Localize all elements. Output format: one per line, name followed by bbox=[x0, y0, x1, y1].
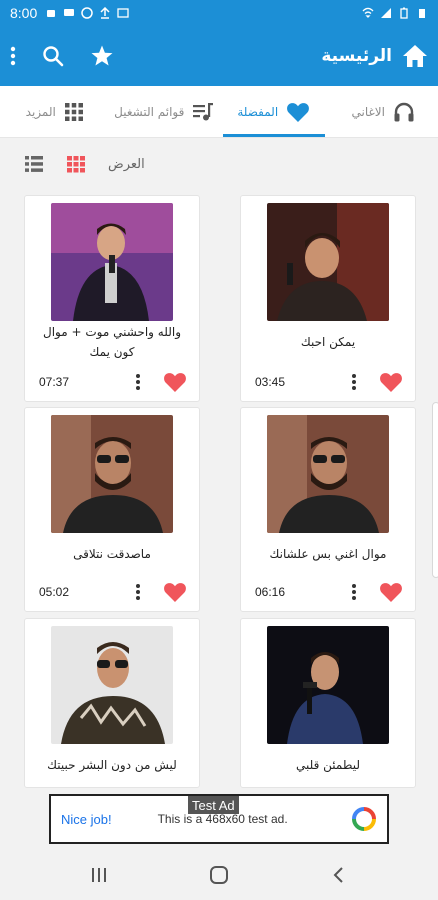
upload-icon bbox=[100, 7, 110, 19]
status-time: 8:00 bbox=[10, 5, 38, 21]
song-card[interactable]: يمكن احبك 03:45 bbox=[240, 195, 416, 402]
song-card[interactable]: ماصدقت نتلاقى 05:02 bbox=[24, 407, 200, 612]
tab-songs[interactable]: الاغاني bbox=[329, 86, 438, 137]
song-title: ليش من دون البشر حبيتك bbox=[47, 758, 177, 772]
song-title: موال اغني بس علشانك bbox=[269, 547, 387, 561]
battery-level-icon bbox=[419, 9, 425, 18]
favorite-heart-icon[interactable] bbox=[163, 371, 187, 393]
signal-icon bbox=[381, 8, 391, 18]
song-title: ماصدقت نتلاقى bbox=[73, 547, 151, 561]
song-footer: 05:02 bbox=[39, 581, 187, 603]
song-actions bbox=[135, 371, 187, 393]
status-bar: 8:00 bbox=[0, 0, 438, 26]
battery-icon bbox=[400, 7, 408, 19]
song-duration: 06:16 bbox=[255, 585, 286, 599]
song-card[interactable]: موال اغني بس علشانك 06:16 bbox=[240, 407, 416, 612]
favorite-heart-icon[interactable] bbox=[379, 371, 403, 393]
more-options-icon[interactable] bbox=[135, 373, 141, 391]
grid-view-icon[interactable] bbox=[66, 155, 86, 173]
song-card[interactable]: ليش من دون البشر حبيتك bbox=[24, 618, 200, 788]
notification-icon bbox=[47, 10, 56, 17]
system-nav-bar bbox=[0, 850, 438, 900]
more-options-icon[interactable] bbox=[135, 583, 141, 601]
song-footer: 06:16 bbox=[255, 581, 403, 603]
song-footer: 07:37 bbox=[39, 371, 187, 393]
tab-more[interactable]: المزيد bbox=[0, 86, 110, 137]
tab-favorites[interactable]: المفضلة bbox=[219, 86, 329, 137]
song-footer: 03:45 bbox=[255, 371, 403, 393]
song-title: ليطمئن قلبي bbox=[296, 758, 360, 772]
pinterest-icon bbox=[81, 7, 93, 19]
tab-favorites-label: المفضلة bbox=[237, 104, 279, 119]
song-title: يمكن احبك bbox=[300, 335, 356, 349]
favorite-heart-icon[interactable] bbox=[163, 581, 187, 603]
song-duration: 03:45 bbox=[255, 375, 286, 389]
more-options-icon[interactable] bbox=[351, 583, 357, 601]
song-duration: 07:37 bbox=[39, 375, 70, 389]
star-icon[interactable] bbox=[90, 44, 114, 68]
back-icon[interactable] bbox=[330, 866, 348, 884]
test-ad-label: Test Ad bbox=[188, 796, 239, 814]
tab-songs-label: الاغاني bbox=[351, 104, 385, 119]
more-options-icon[interactable] bbox=[351, 373, 357, 391]
song-thumbnail bbox=[51, 203, 173, 321]
favorite-heart-icon[interactable] bbox=[379, 581, 403, 603]
song-duration: 05:02 bbox=[39, 585, 70, 599]
recent-apps-icon[interactable] bbox=[90, 866, 108, 884]
page-title: الرئيسية bbox=[321, 46, 392, 66]
song-actions bbox=[351, 371, 403, 393]
grid-icon bbox=[64, 102, 83, 121]
song-title: والله واحشني موت + موال كون يمك bbox=[43, 325, 181, 359]
song-actions bbox=[351, 581, 403, 603]
song-thumbnail bbox=[267, 626, 389, 744]
tab-playlists[interactable]: قوائم التشغيل bbox=[110, 86, 220, 137]
image-icon bbox=[117, 8, 129, 18]
wifi-icon bbox=[362, 7, 374, 18]
view-label: العرض bbox=[108, 156, 145, 172]
ad-headline: Nice job! bbox=[61, 811, 112, 827]
status-system-icons bbox=[362, 7, 428, 19]
app-bar: الرئيسية bbox=[0, 26, 438, 86]
list-view-icon[interactable] bbox=[24, 155, 44, 173]
home-button-icon[interactable] bbox=[209, 865, 229, 885]
ad-logo-icon bbox=[352, 807, 376, 831]
ad-body: This is a 468x60 test ad. bbox=[157, 812, 288, 826]
song-card[interactable]: ليطمئن قلبي bbox=[240, 618, 416, 788]
home-icon[interactable] bbox=[402, 44, 428, 68]
tab-playlists-label: قوائم التشغيل bbox=[114, 104, 185, 119]
tab-more-label: المزيد bbox=[25, 104, 56, 119]
heart-icon bbox=[287, 102, 310, 122]
headphones-icon bbox=[394, 102, 414, 121]
search-icon[interactable] bbox=[42, 45, 64, 67]
song-thumbnail bbox=[51, 626, 173, 744]
status-notification-icons bbox=[45, 7, 129, 19]
view-options-bar: العرض bbox=[0, 138, 438, 190]
song-card[interactable]: والله واحشني موت + موال كون يمك 07:37 bbox=[24, 195, 200, 402]
message-icon bbox=[64, 9, 75, 16]
song-thumbnail bbox=[51, 415, 173, 533]
fast-scroll-handle[interactable] bbox=[432, 402, 438, 578]
tab-bar: المزيد قوائم التشغيل المفضلة الاغاني bbox=[0, 86, 438, 138]
playlist-icon bbox=[193, 102, 214, 120]
overflow-menu-icon[interactable] bbox=[10, 46, 16, 66]
song-thumbnail bbox=[267, 203, 389, 321]
song-actions bbox=[135, 581, 187, 603]
song-thumbnail bbox=[267, 415, 389, 533]
